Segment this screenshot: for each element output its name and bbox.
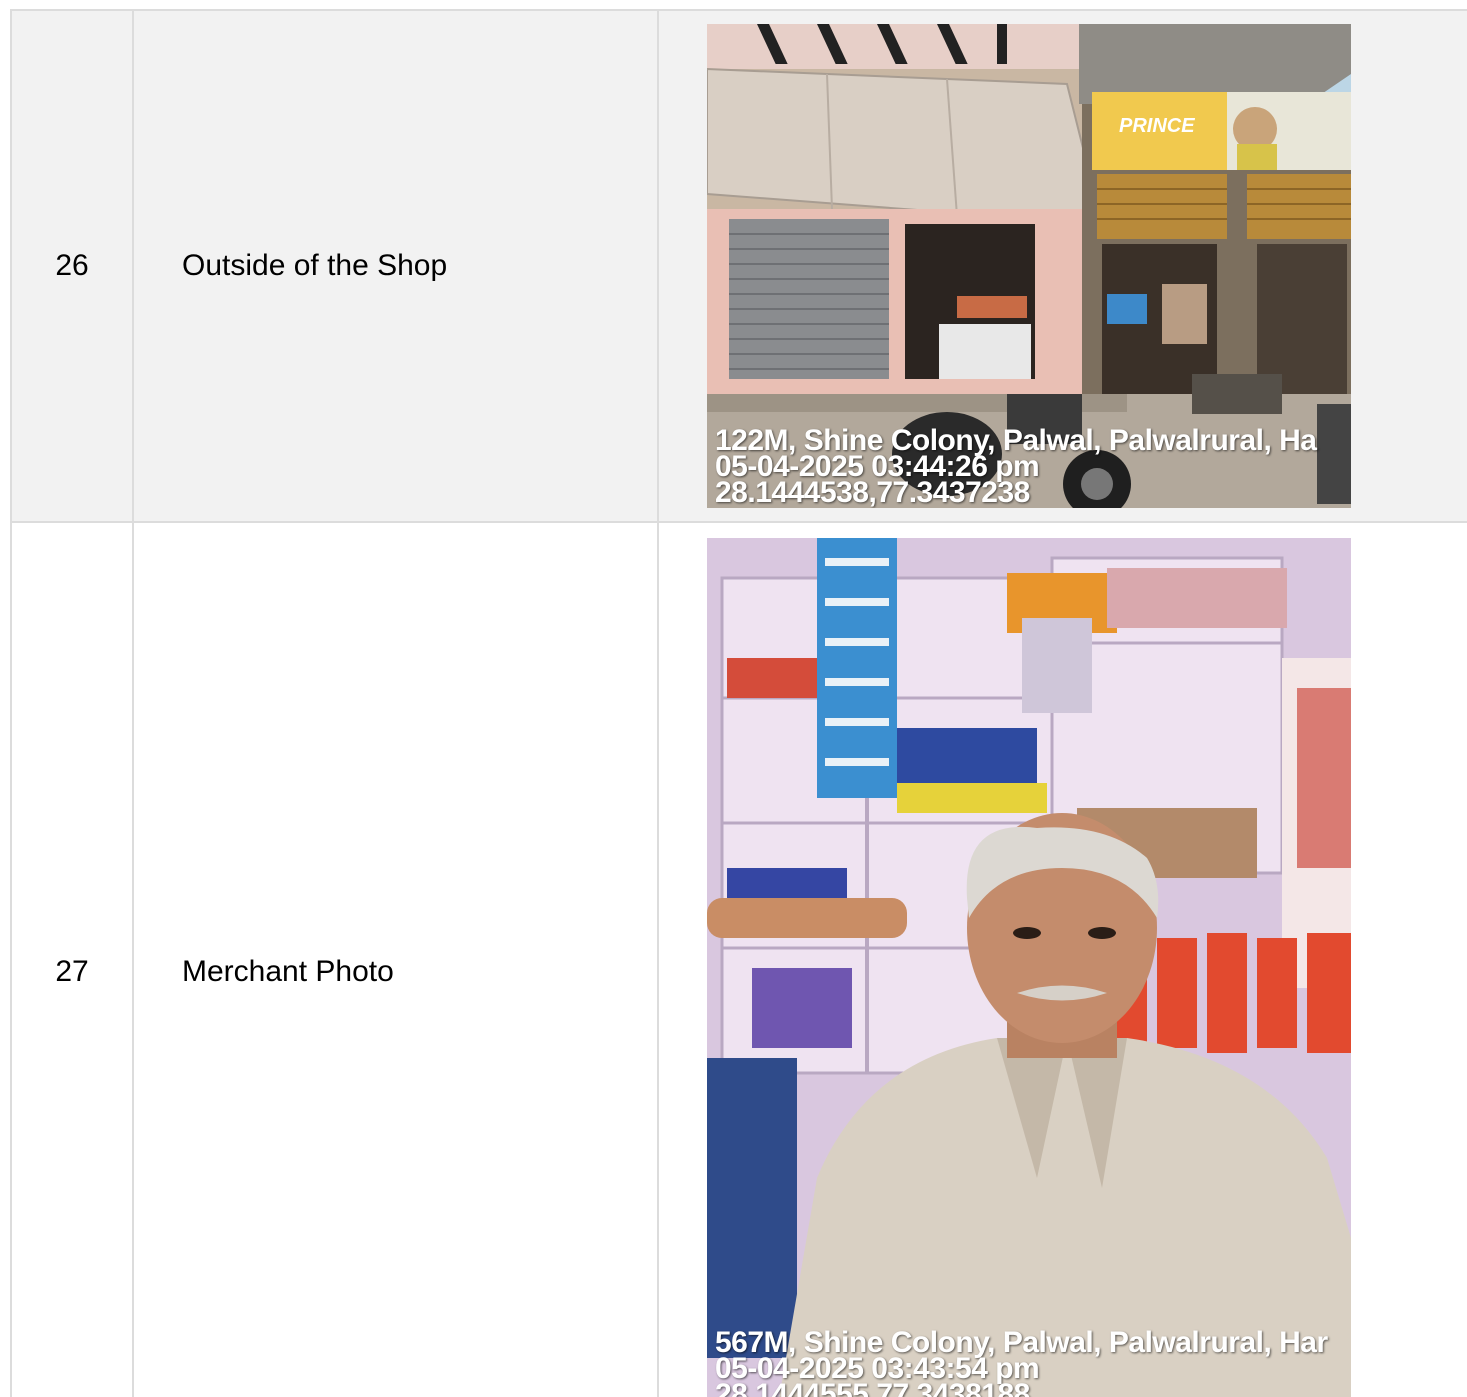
- geotag-coordinates: 28.1444538,77.3437238: [715, 476, 1030, 508]
- photo-cell: PRINCE 122M, Shine Colony, Palwal, Palwa…: [657, 9, 1467, 523]
- merchant-photo: 567M, Shine Colony, Palwal, Palwalrural,…: [707, 538, 1351, 1397]
- geotag-coordinates: 28.1444555,77.3438188: [715, 1378, 1030, 1397]
- photo-geotag-stamp: 122M, Shine Colony, Palwal, Palwalrural,…: [715, 426, 1317, 508]
- report-page: 26 Outside of the Shop PRINCE 122M, Shin…: [0, 0, 1467, 1397]
- row-number: 26: [10, 9, 134, 523]
- photo-cell: 567M, Shine Colony, Palwal, Palwalrural,…: [657, 521, 1467, 1397]
- shop-exterior-photo: PRINCE 122M, Shine Colony, Palwal, Palwa…: [707, 24, 1351, 508]
- table-row: 26 Outside of the Shop PRINCE 122M, Shin…: [10, 9, 1467, 523]
- photo-geotag-stamp: 567M, Shine Colony, Palwal, Palwalrural,…: [715, 1328, 1328, 1397]
- table-row: 27 Merchant Photo 567M, Shine Colony, Pa…: [10, 521, 1467, 1397]
- shop-sign-text: PRINCE: [1119, 115, 1195, 137]
- photo-report-table: 26 Outside of the Shop PRINCE 122M, Shin…: [10, 9, 1467, 1397]
- row-number: 27: [10, 521, 134, 1397]
- merchant-illustration: [707, 538, 1351, 1397]
- row-label: Merchant Photo: [132, 521, 659, 1397]
- row-label: Outside of the Shop: [132, 9, 659, 523]
